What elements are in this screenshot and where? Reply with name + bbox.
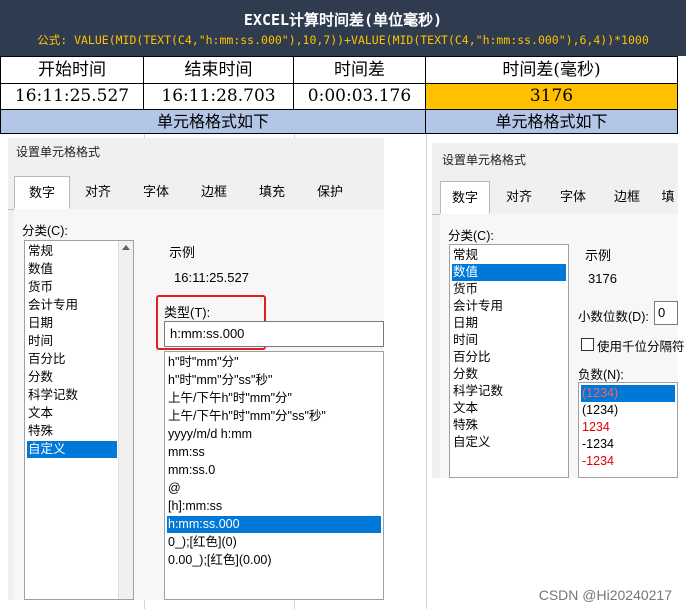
format-item-selected[interactable]: h:mm:ss.000 [167, 516, 381, 533]
category-item[interactable]: 数值 [27, 261, 131, 278]
cell-start-time[interactable]: 16:11:25.527 [0, 84, 144, 110]
category-item[interactable]: 百分比 [452, 349, 566, 366]
category-item[interactable]: 百分比 [27, 351, 131, 368]
category-list[interactable]: 常规 数值 货币 会计专用 日期 时间 百分比 分数 科学记数 文本 特殊 自定… [24, 240, 134, 600]
category-label: 分类(C): [448, 229, 494, 243]
tab-fill[interactable]: 填充 [246, 176, 298, 208]
format-item[interactable]: h"时"mm"分" [167, 354, 381, 371]
category-item[interactable]: 货币 [452, 281, 566, 298]
category-item-selected[interactable]: 自定义 [27, 441, 117, 458]
header-cell-diff-ms[interactable]: 时间差(毫秒) [426, 56, 678, 84]
header-cell-diff[interactable]: 时间差 [294, 56, 426, 84]
header-cell-end[interactable]: 结束时间 [144, 56, 294, 84]
type-label: 类型(T): [164, 305, 211, 320]
category-list[interactable]: 常规 数值 货币 会计专用 日期 时间 百分比 分数 科学记数 文本 特殊 自定… [449, 244, 569, 478]
negative-format-item[interactable]: -1234 [581, 436, 675, 453]
sheet-title: EXCEL计算时间差(单位毫秒) [243, 11, 443, 29]
category-item[interactable]: 特殊 [452, 417, 566, 434]
tab-alignment[interactable]: 对齐 [72, 176, 124, 208]
sample-value: 16:11:25.527 [174, 270, 249, 285]
tab-protection[interactable]: 保护 [304, 176, 356, 208]
format-item[interactable]: h"时"mm"分"ss"秒" [167, 372, 381, 389]
cell-time-diff-ms[interactable]: 3176 [426, 84, 678, 110]
dialog-tabs: 数字 对齐 字体 边框 填充 保护 [8, 176, 384, 210]
cell-time-diff[interactable]: 0:00:03.176 [294, 84, 426, 110]
type-input[interactable]: h:mm:ss.000 [164, 321, 384, 347]
format-item[interactable]: 上午/下午h"时"mm"分" [167, 390, 381, 407]
negative-numbers-list[interactable]: (1234) (1234) 1234 -1234 -1234 [578, 382, 678, 478]
thousands-separator-label: 使用千位分隔符 [597, 340, 685, 354]
dialog-title: 设置单元格格式 [442, 153, 527, 167]
cell-end-time[interactable]: 16:11:28.703 [144, 84, 294, 110]
category-item[interactable]: 自定义 [452, 434, 566, 451]
dialog-title: 设置单元格格式 [16, 145, 101, 159]
number-panel: 分类(C): 常规 数值 货币 会计专用 日期 时间 百分比 分数 科学记数 文… [440, 214, 685, 478]
category-item[interactable]: 文本 [27, 405, 131, 422]
tab-border[interactable]: 边框 [188, 176, 240, 208]
negative-format-selected[interactable]: (1234) [581, 385, 675, 402]
tab-number[interactable]: 数字 [14, 176, 70, 209]
format-item[interactable]: mm:ss [167, 444, 381, 461]
tab-font[interactable]: 字体 [548, 181, 598, 213]
category-label: 分类(C): [22, 224, 68, 238]
category-item[interactable]: 特殊 [27, 423, 131, 440]
category-item[interactable]: 常规 [452, 247, 566, 264]
dialog-tabs: 数字 对齐 字体 边框 填 [432, 181, 678, 215]
format-item[interactable]: [h]:mm:ss [167, 498, 381, 515]
decimal-places-input[interactable]: 0 [654, 301, 678, 325]
format-item[interactable]: mm:ss.0 [167, 462, 381, 479]
format-cells-dialog-left: 设置单元格格式 数字 对齐 字体 边框 填充 保护 分类(C): 常规 数值 货… [8, 138, 384, 600]
category-item[interactable]: 分数 [27, 369, 131, 386]
format-list[interactable]: h"时"mm"分" h"时"mm"分"ss"秒" 上午/下午h"时"mm"分" … [164, 351, 384, 600]
category-item[interactable]: 文本 [452, 400, 566, 417]
sample-label: 示例 [169, 245, 196, 260]
watermark: CSDN @Hi20240217 [538, 587, 672, 603]
category-item[interactable]: 货币 [27, 279, 131, 296]
category-item-selected[interactable]: 数值 [452, 264, 566, 281]
category-item[interactable]: 科学记数 [452, 383, 566, 400]
grid-line [426, 134, 427, 609]
tab-alignment[interactable]: 对齐 [494, 181, 544, 213]
format-note-right[interactable]: 单元格格式如下 [426, 110, 678, 134]
tab-border[interactable]: 边框 [602, 181, 652, 213]
negative-format-item[interactable]: (1234) [581, 402, 675, 419]
category-item[interactable]: 会计专用 [27, 297, 131, 314]
format-item[interactable]: 上午/下午h"时"mm"分"ss"秒" [167, 408, 381, 425]
category-item[interactable]: 日期 [452, 315, 566, 332]
sheet-title-banner: EXCEL计算时间差(单位毫秒) 公式: VALUE(MID(TEXT(C4,"… [0, 0, 686, 56]
category-item[interactable]: 时间 [452, 332, 566, 349]
category-item[interactable]: 日期 [27, 315, 131, 332]
negative-format-item[interactable]: -1234 [581, 453, 675, 470]
category-item[interactable]: 科学记数 [27, 387, 131, 404]
thousands-separator-checkbox[interactable] [581, 338, 594, 351]
format-note-left[interactable]: 单元格格式如下 [0, 110, 426, 134]
sample-value: 3176 [588, 271, 617, 286]
category-item[interactable]: 常规 [27, 243, 131, 260]
category-item[interactable]: 会计专用 [452, 298, 566, 315]
number-panel: 分类(C): 常规 数值 货币 会计专用 日期 时间 百分比 分数 科学记数 文… [14, 209, 384, 600]
format-cells-dialog-right: 设置单元格格式 数字 对齐 字体 边框 填 分类(C): 常规 数值 货币 会计… [432, 143, 685, 478]
header-cell-start[interactable]: 开始时间 [0, 56, 144, 84]
tab-fill[interactable]: 填 [658, 181, 678, 213]
format-item[interactable]: yyyy/m/d h:mm [167, 426, 381, 443]
tab-font[interactable]: 字体 [130, 176, 182, 208]
format-item[interactable]: 0.00_);[红色](0.00) [167, 552, 381, 569]
format-item[interactable]: 0_);[红色](0) [167, 534, 381, 551]
formula-text: 公式: VALUE(MID(TEXT(C4,"h:mm:ss.000"),10,… [37, 33, 649, 47]
category-item[interactable]: 分数 [452, 366, 566, 383]
category-item[interactable]: 时间 [27, 333, 131, 350]
decimal-places-label: 小数位数(D): [578, 310, 649, 324]
tab-number[interactable]: 数字 [440, 181, 490, 214]
negative-format-item[interactable]: 1234 [581, 419, 675, 436]
sample-label: 示例 [585, 248, 612, 263]
format-item[interactable]: @ [167, 480, 381, 497]
negative-numbers-label: 负数(N): [578, 368, 624, 382]
